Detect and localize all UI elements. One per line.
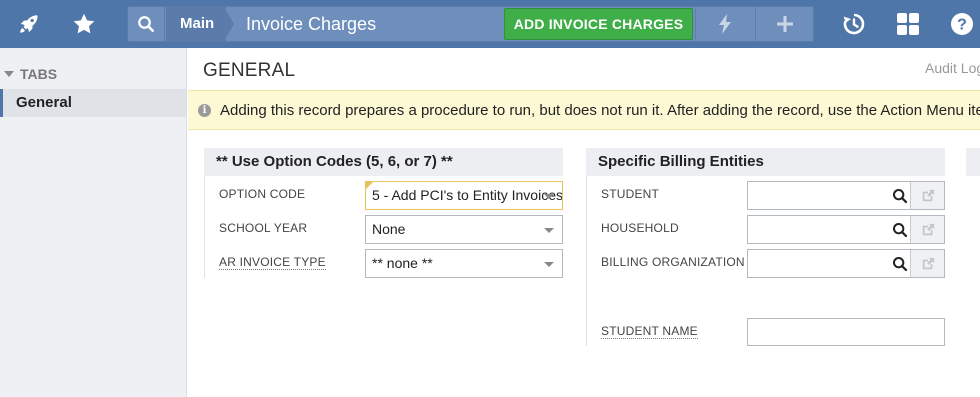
household-label: HOUSEHOLD [601,221,679,235]
school-year-label: SCHOOL YEAR [219,221,308,235]
open-external-icon[interactable] [910,182,944,209]
billing-organization-lookup[interactable] [747,249,945,278]
changed-flag [366,182,373,189]
chevron-down-icon [544,262,554,267]
household-lookup[interactable] [747,215,945,244]
help-icon[interactable]: ? [944,0,980,48]
ar-invoice-type-select[interactable]: ** none ** [365,249,563,278]
section-border [204,176,205,278]
rocket-icon[interactable] [0,0,58,48]
tabs-header-label: TABS [20,66,58,82]
student-name-input[interactable] [747,318,945,346]
sidebar-item-general[interactable]: General [0,89,186,117]
next-section-edge [966,148,980,210]
breadcrumb-separator [224,7,234,41]
breadcrumb-bar: Main Invoice Charges ADD INVOICE CHARGES [127,6,814,42]
section-title: Specific Billing Entities [586,148,945,176]
billing-organization-label: BILLING ORGANIZATION [601,255,745,269]
student-name-label[interactable]: STUDENT NAME [601,324,698,339]
chevron-down-icon [544,194,554,199]
section-border [586,176,587,346]
search-icon[interactable] [892,188,908,209]
search-icon[interactable] [892,256,908,277]
star-icon[interactable] [58,0,110,48]
option-code-label: OPTION CODE [219,187,306,201]
option-code-value: 5 - Add PCI's to Entity Invoices [372,187,563,203]
chevron-down-icon [544,228,554,233]
billing-entities-section: Specific Billing Entities [586,148,945,346]
breadcrumb-title: Invoice Charges [246,14,377,34]
tabs-header[interactable]: TABS [4,66,57,82]
ar-invoice-type-value: ** none ** [372,255,433,271]
plus-icon[interactable] [755,7,814,41]
student-label: STUDENT [601,187,660,201]
history-icon[interactable] [832,0,876,48]
svg-text:?: ? [957,17,967,34]
lightning-icon[interactable] [695,7,754,41]
section-header-edge [966,148,980,176]
search-icon[interactable] [128,7,165,41]
top-bar: Main Invoice Charges ADD INVOICE CHARGES… [0,0,980,48]
notice-text: Adding this record prepares a procedure … [220,101,980,119]
option-code-select[interactable]: 5 - Add PCI's to Entity Invoices [365,181,563,210]
student-lookup[interactable] [747,181,945,210]
school-year-select[interactable]: None [365,215,563,244]
add-invoice-charges-button[interactable]: ADD INVOICE CHARGES [504,8,693,40]
apps-grid-icon[interactable] [886,0,930,48]
collapse-triangle-icon [4,71,14,77]
open-external-icon[interactable] [910,216,944,243]
section-title: ** Use Option Codes (5, 6, or 7) ** [204,148,563,176]
ar-invoice-type-label[interactable]: AR INVOICE TYPE [219,255,326,270]
sidebar: TABS General [0,48,187,397]
audit-log-link[interactable]: Audit Log [925,60,980,76]
info-icon: i [198,103,211,117]
open-external-icon[interactable] [910,250,944,277]
breadcrumb-main[interactable]: Main [166,7,227,41]
school-year-value: None [372,221,406,237]
search-icon[interactable] [892,222,908,243]
info-notice: i Adding this record prepares a procedur… [188,90,980,130]
page-title: GENERAL [203,60,296,81]
